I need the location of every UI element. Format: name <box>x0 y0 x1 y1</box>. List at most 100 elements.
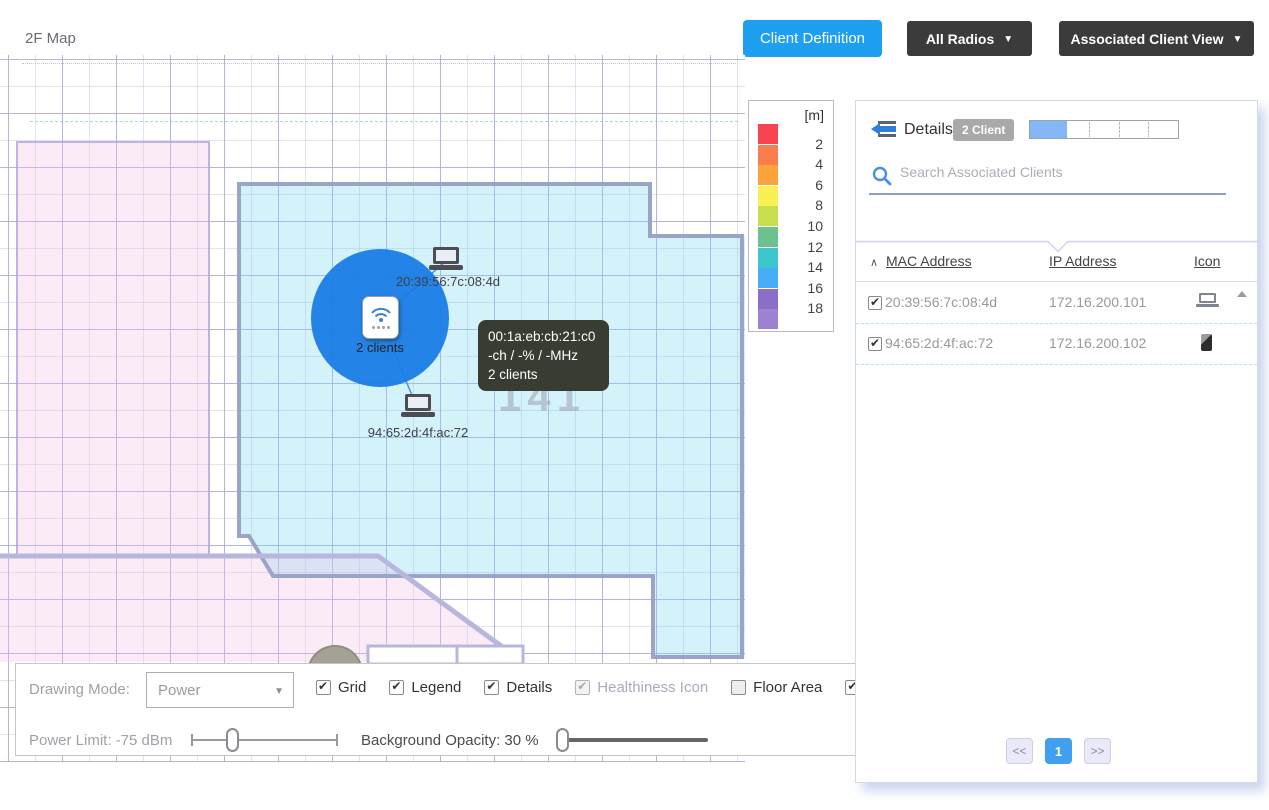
associated-client-view-dropdown[interactable]: Associated Client View ▼ <box>1059 21 1254 56</box>
chevron-down-icon: ▼ <box>1003 34 1013 45</box>
power-limit-slider[interactable] <box>191 727 338 753</box>
pagination-next-button[interactable]: >> <box>1084 738 1111 764</box>
details-title: Details <box>904 121 953 139</box>
legend-swatch <box>758 289 778 309</box>
client-count-badge: 2 Client <box>953 119 1014 141</box>
legend-tick: 12 <box>807 239 823 255</box>
background-opacity-slider[interactable] <box>556 727 711 753</box>
all-radios-label: All Radios <box>926 31 994 47</box>
legend-tick: 16 <box>807 280 823 296</box>
toggle-healthiness-icon: Healthiness Icon <box>575 679 708 696</box>
distance-legend: [m] 24681012141618 <box>748 100 834 332</box>
column-header-ip[interactable]: IP Address <box>1049 253 1116 269</box>
legend-tick: 18 <box>807 300 823 316</box>
map-boundary-line <box>22 63 738 64</box>
back-collapse-icon[interactable] <box>870 120 898 138</box>
drawing-mode-value: Power <box>158 682 201 699</box>
client-mac-label: 94:65:2d:4f:ac:72 <box>368 425 468 440</box>
drawing-mode-select[interactable]: Power ▼ <box>146 672 294 708</box>
map-wall-line <box>30 121 738 122</box>
laptop-base <box>429 265 463 270</box>
checkbox-label: Legend <box>411 679 461 696</box>
associated-clients-panel: Details 2 Client ∧ MAC Address IP Addres… <box>855 100 1258 783</box>
table-row[interactable]: 20:39:56:7c:08:4d 172.16.200.101 <box>856 283 1257 324</box>
ip-address-cell: 172.16.200.102 <box>1049 335 1146 351</box>
panel-divider-notch <box>856 235 1259 253</box>
ap-tooltip: 00:1a:eb:cb:21:c0 -ch / -% / -MHz 2 clie… <box>478 320 609 391</box>
pagination-page-1-button[interactable]: 1 <box>1045 738 1072 764</box>
checkbox[interactable] <box>389 680 404 695</box>
scrollbar-up-icon[interactable] <box>1237 291 1247 297</box>
mac-address-cell: 20:39:56:7c:08:4d <box>885 294 997 310</box>
checkbox-label: Floor Area <box>753 679 822 696</box>
checkbox[interactable] <box>316 680 331 695</box>
checkbox[interactable] <box>731 680 746 695</box>
pagination: << 1 >> <box>1006 738 1111 764</box>
drawing-mode-label: Drawing Mode: <box>29 681 130 698</box>
column-header-icon[interactable]: Icon <box>1194 253 1220 269</box>
access-point-icon[interactable] <box>362 296 399 339</box>
legend-unit-label: [m] <box>805 107 824 123</box>
client-mac-label: 20:39:56:7c:08:4d <box>396 274 500 289</box>
search-row <box>856 159 1257 195</box>
legend-swatch <box>758 227 778 247</box>
toggle-floor-area[interactable]: Floor Area <box>731 679 822 696</box>
background-opacity-label: Background Opacity: 30 % <box>361 732 539 749</box>
laptop-icon <box>1196 293 1219 307</box>
floor-map[interactable]: 141 20:39:56:7c:08:4d 2 clients 94:65:2d… <box>0 55 745 762</box>
legend-swatch <box>758 124 778 144</box>
capacity-fill <box>1030 121 1067 138</box>
legend-tick: 8 <box>815 197 823 213</box>
legend-swatch <box>758 248 778 268</box>
floorplan-walls <box>0 55 745 762</box>
tooltip-mac: 00:1a:eb:cb:21:c0 <box>488 327 599 346</box>
ap-client-counter: 2 clients <box>356 340 404 355</box>
checkbox-label: Details <box>506 679 552 696</box>
table-header: ∧ MAC Address IP Address Icon <box>856 253 1257 282</box>
client-laptop-icon[interactable] <box>400 394 436 417</box>
search-underline <box>869 193 1226 195</box>
phone-icon <box>1196 334 1212 351</box>
laptop-base <box>401 412 435 417</box>
background-opacity-slider-thumb[interactable] <box>556 728 569 752</box>
all-radios-dropdown[interactable]: All Radios ▼ <box>907 21 1032 56</box>
panel-header: Details 2 Client <box>856 101 1257 157</box>
toggle-legend[interactable]: Legend <box>389 679 461 696</box>
ip-address-cell: 172.16.200.101 <box>1049 294 1146 310</box>
legend-tick: 6 <box>815 177 823 193</box>
checkbox-label: Grid <box>338 679 366 696</box>
legend-tick: 2 <box>815 136 823 152</box>
search-icon <box>872 166 892 186</box>
sort-asc-icon[interactable]: ∧ <box>870 256 878 269</box>
legend-tick: 4 <box>815 156 823 172</box>
pagination-prev-button[interactable]: << <box>1006 738 1033 764</box>
client-definition-button[interactable]: Client Definition <box>743 20 882 57</box>
chevron-down-icon: ▼ <box>1233 34 1243 45</box>
column-header-mac[interactable]: MAC Address <box>886 253 972 269</box>
legend-swatch <box>758 186 778 206</box>
legend-swatch <box>758 145 778 165</box>
page-title: 2F Map <box>25 30 76 47</box>
laptop-screen <box>405 394 431 411</box>
map-control-bar: Drawing Mode: Power ▼ Grid Legend Details H… <box>15 663 983 756</box>
wifi-icon <box>370 306 392 323</box>
power-limit-label: Power Limit: -75 dBm <box>29 732 172 749</box>
row-checkbox[interactable] <box>868 337 882 351</box>
row-checkbox[interactable] <box>868 296 882 310</box>
search-input[interactable] <box>900 164 1200 180</box>
tooltip-clients: 2 clients <box>488 365 599 384</box>
checkbox-label: Healthiness Icon <box>597 679 708 696</box>
mac-address-cell: 94:65:2d:4f:ac:72 <box>885 335 993 351</box>
legend-swatch <box>758 309 778 329</box>
client-laptop-icon[interactable] <box>428 247 464 270</box>
toggle-grid[interactable]: Grid <box>316 679 366 696</box>
checkbox <box>575 680 590 695</box>
power-limit-slider-thumb[interactable] <box>226 728 239 752</box>
checkbox[interactable] <box>484 680 499 695</box>
ap-led-dots <box>372 326 390 329</box>
legend-swatch <box>758 165 778 185</box>
table-row[interactable]: 94:65:2d:4f:ac:72 172.16.200.102 <box>856 324 1257 365</box>
tooltip-radio: -ch / -% / -MHz <box>488 346 599 365</box>
toggle-details[interactable]: Details <box>484 679 552 696</box>
legend-swatch <box>758 268 778 288</box>
